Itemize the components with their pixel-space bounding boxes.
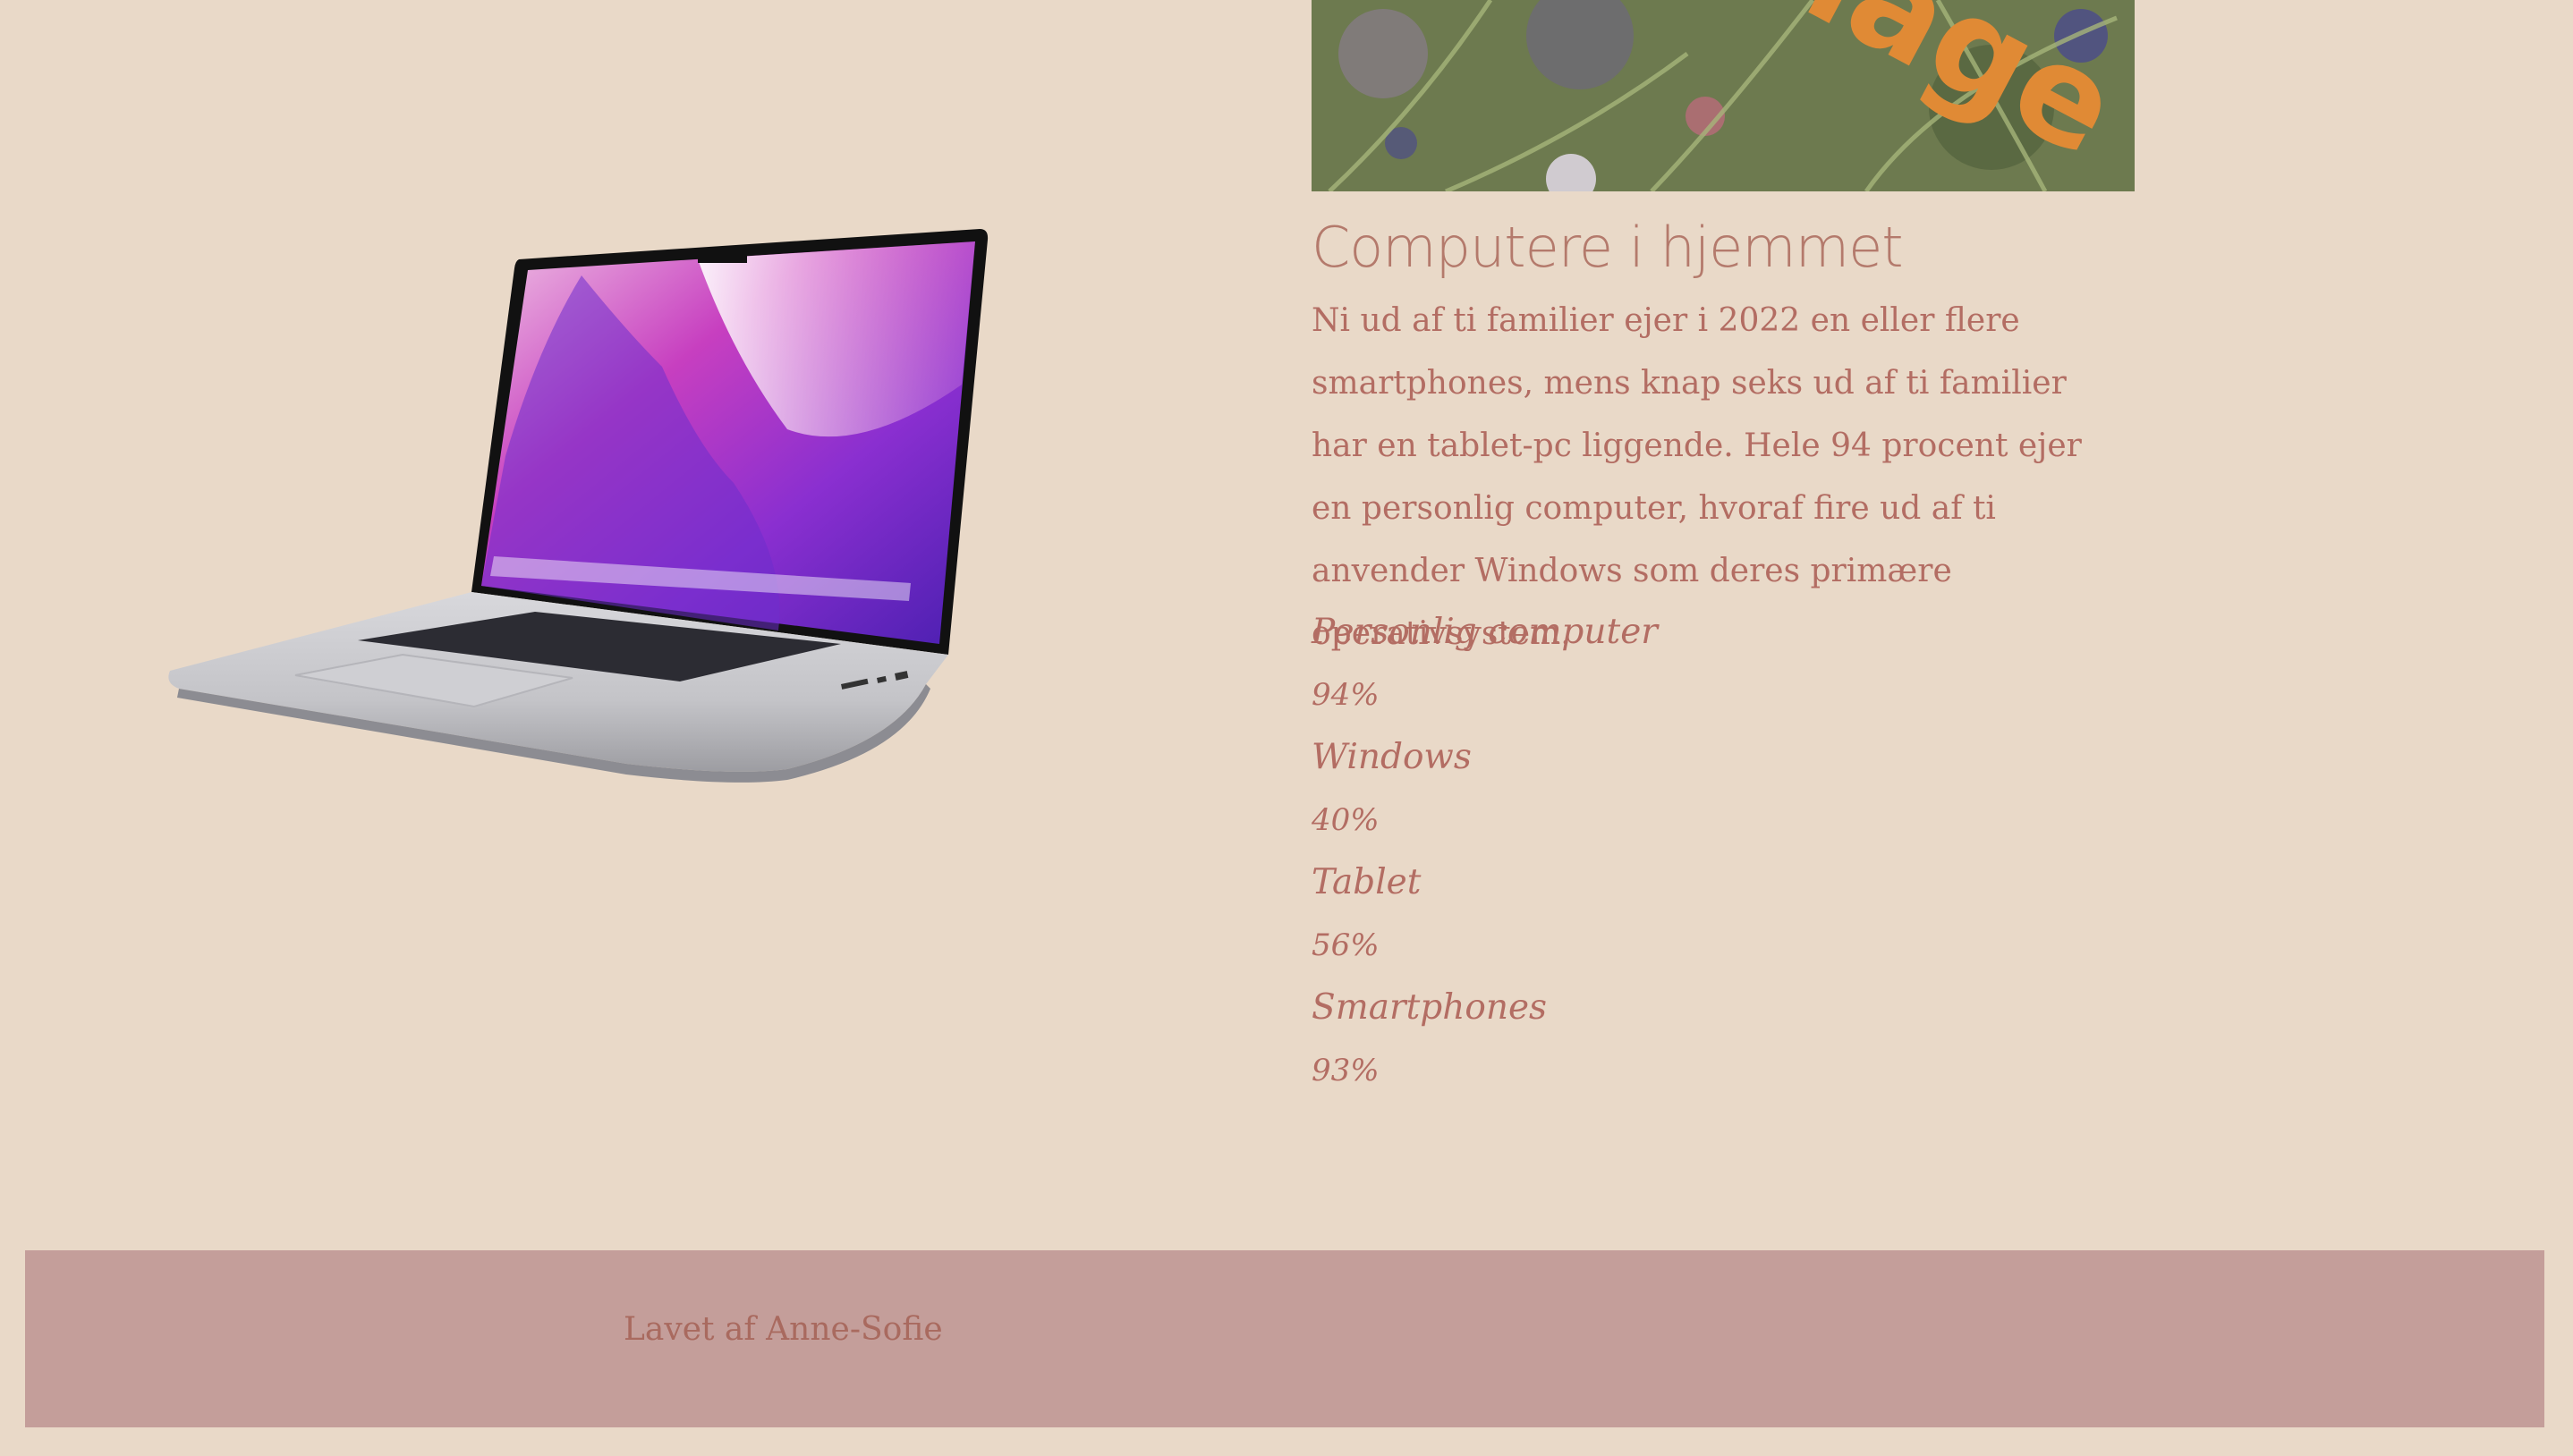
stat-value: 56% [1312, 927, 1380, 963]
stat-label: Personlig computer [1312, 612, 1658, 652]
stat-item: Smartphones 93% [1312, 977, 1658, 1102]
footer: Lavet af Anne-Sofie [25, 1250, 2544, 1427]
stat-label: Windows [1312, 737, 1472, 777]
stat-value: 93% [1312, 1053, 1380, 1088]
stat-label: Smartphones [1312, 987, 1548, 1028]
footer-credit: Lavet af Anne-Sofie [624, 1311, 943, 1348]
stats-list: Personlig computer 94% Windows 40% Table… [1312, 601, 1658, 1102]
banner-image: hage [1312, 0, 2135, 191]
laptop-image [161, 224, 1002, 787]
section-heading: Computere i hjemmet [1312, 215, 1904, 280]
stat-value: 94% [1312, 677, 1380, 713]
stat-item: Tablet 56% [1312, 851, 1658, 977]
stat-item: Personlig computer 94% [1312, 601, 1658, 726]
stat-value: 40% [1312, 802, 1380, 838]
stat-label: Tablet [1312, 862, 1422, 902]
stat-item: Windows 40% [1312, 726, 1658, 851]
